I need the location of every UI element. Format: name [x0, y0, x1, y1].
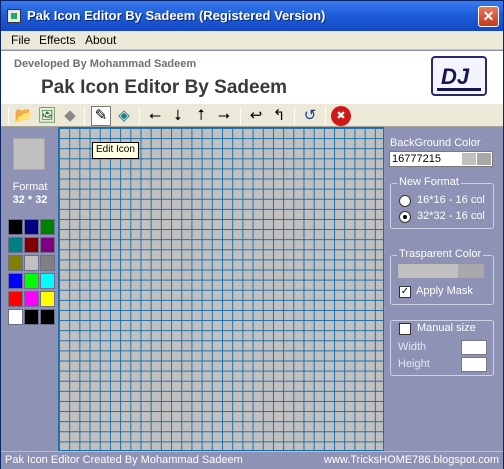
palette-swatch[interactable] [40, 291, 55, 307]
manual-size-group: Manual size Width Height [390, 320, 494, 376]
arrow-down-icon[interactable]: ⭣ [168, 106, 188, 126]
status-website: www.TricksHOME786.blogspot.com [323, 454, 499, 466]
palette-swatch[interactable] [40, 237, 55, 253]
toolbar-separator [84, 107, 85, 125]
palette-swatch[interactable] [24, 273, 39, 289]
left-panel: Format 32 * 32 [6, 131, 58, 331]
toolbar-separator [8, 107, 9, 125]
format-label: Format [12, 181, 48, 193]
edit-icon-tooltip: Edit Icon [92, 142, 139, 159]
title-bar[interactable]: Pak Icon Editor By Sadeem (Registered Ve… [1, 1, 503, 31]
icon-preview [13, 138, 45, 170]
palette-swatch[interactable] [8, 237, 23, 253]
transparent-color-group: Trasparent Color ✓ Apply Mask [390, 248, 494, 305]
new-format-group: New Format 16*16 - 16 col 32*32 - 16 col [390, 176, 494, 229]
format-32-label[interactable]: 32*32 - 16 col [417, 210, 485, 222]
open-image-icon[interactable]: 🖼 [37, 106, 57, 126]
app-name-heading: Pak Icon Editor By Sadeem [41, 77, 288, 98]
fill-bucket-icon[interactable]: ◈ [114, 106, 134, 126]
toolbar-separator [139, 107, 140, 125]
toolbar-separator [294, 107, 295, 125]
flip-horizontal-icon[interactable]: ↩ [246, 106, 266, 126]
apply-mask-label[interactable]: Apply Mask [416, 285, 473, 297]
palette-swatch[interactable] [24, 237, 39, 253]
background-color-swatch-alt [477, 153, 491, 165]
palette-swatch[interactable] [40, 219, 55, 235]
palette-swatch[interactable] [40, 273, 55, 289]
palette-swatch[interactable] [8, 273, 23, 289]
open-folder-icon[interactable]: 📂 [14, 106, 34, 126]
manual-size-checkbox[interactable] [399, 323, 411, 335]
transparent-color-legend: Trasparent Color [397, 248, 484, 260]
arrow-left-icon[interactable]: ⭠ [145, 106, 165, 126]
palette-swatch[interactable] [24, 219, 39, 235]
arrow-right-icon[interactable]: ⭢ [214, 106, 234, 126]
palette-swatch[interactable] [40, 255, 55, 271]
manual-size-label[interactable]: Manual size [417, 322, 476, 334]
width-label: Width [398, 341, 427, 353]
pixel-edit-grid[interactable] [58, 127, 384, 451]
format-16-radio[interactable] [399, 195, 411, 207]
status-bar: Pak Icon Editor Created By Mohammad Sade… [1, 451, 503, 469]
menu-effects[interactable]: Effects [39, 33, 75, 47]
height-label: Height [398, 358, 430, 370]
palette-swatch[interactable] [24, 291, 39, 307]
new-format-legend: New Format [397, 176, 461, 188]
eraser-icon[interactable]: ◆ [60, 106, 80, 126]
app-icon [7, 9, 21, 23]
background-color-value: 16777215 [392, 153, 441, 165]
menu-bar: File Effects About [1, 31, 503, 50]
format-32-radio[interactable] [399, 211, 411, 223]
window-title: Pak Icon Editor By Sadeem (Registered Ve… [27, 8, 326, 23]
format-16-label[interactable]: 16*16 - 16 col [417, 194, 485, 206]
app-window: Pak Icon Editor By Sadeem (Registered Ve… [0, 0, 504, 469]
header-banner: Developed By Mohammad Sadeem Pak Icon Ed… [1, 51, 503, 103]
background-color-field[interactable]: 16777215 [389, 151, 493, 167]
toolbar-separator [325, 107, 326, 125]
palette-swatch[interactable] [24, 255, 39, 271]
rotate-icon[interactable]: ↺ [300, 106, 320, 126]
pencil-icon[interactable]: ✎ [91, 106, 111, 126]
palette-swatch[interactable] [8, 291, 23, 307]
background-color-swatch [462, 153, 476, 165]
palette-swatch[interactable] [24, 309, 39, 325]
clear-icon[interactable]: ✖ [331, 106, 351, 126]
toolbar: 📂 🖼 ◆ ✎ ◈ ⭠ ⭣ ⭡ ⭢ ↩ ↰ ↺ ✖ [1, 103, 503, 127]
toolbar-separator [240, 107, 241, 125]
apply-mask-checkbox[interactable]: ✓ [399, 286, 411, 298]
dj-logo: DJ [431, 56, 487, 96]
menu-about[interactable]: About [85, 33, 116, 47]
height-field[interactable] [461, 357, 487, 372]
background-color-label: BackGround Color [390, 137, 481, 149]
menu-file[interactable]: File [11, 33, 30, 47]
arrow-up-icon[interactable]: ⭡ [191, 106, 211, 126]
status-credit: Pak Icon Editor Created By Mohammad Sade… [5, 454, 243, 466]
close-button[interactable]: ✕ [478, 6, 499, 27]
transparent-color-swatch[interactable] [398, 264, 484, 278]
developer-credit: Developed By Mohammad Sadeem [14, 58, 197, 70]
width-field[interactable] [461, 340, 487, 355]
palette-swatch[interactable] [8, 219, 23, 235]
format-size: 32 * 32 [12, 194, 48, 206]
palette-swatch[interactable] [40, 309, 55, 325]
flip-vertical-icon[interactable]: ↰ [269, 106, 289, 126]
palette-swatch[interactable] [8, 309, 23, 325]
palette-swatch[interactable] [8, 255, 23, 271]
logo-text: DJ [441, 64, 470, 89]
